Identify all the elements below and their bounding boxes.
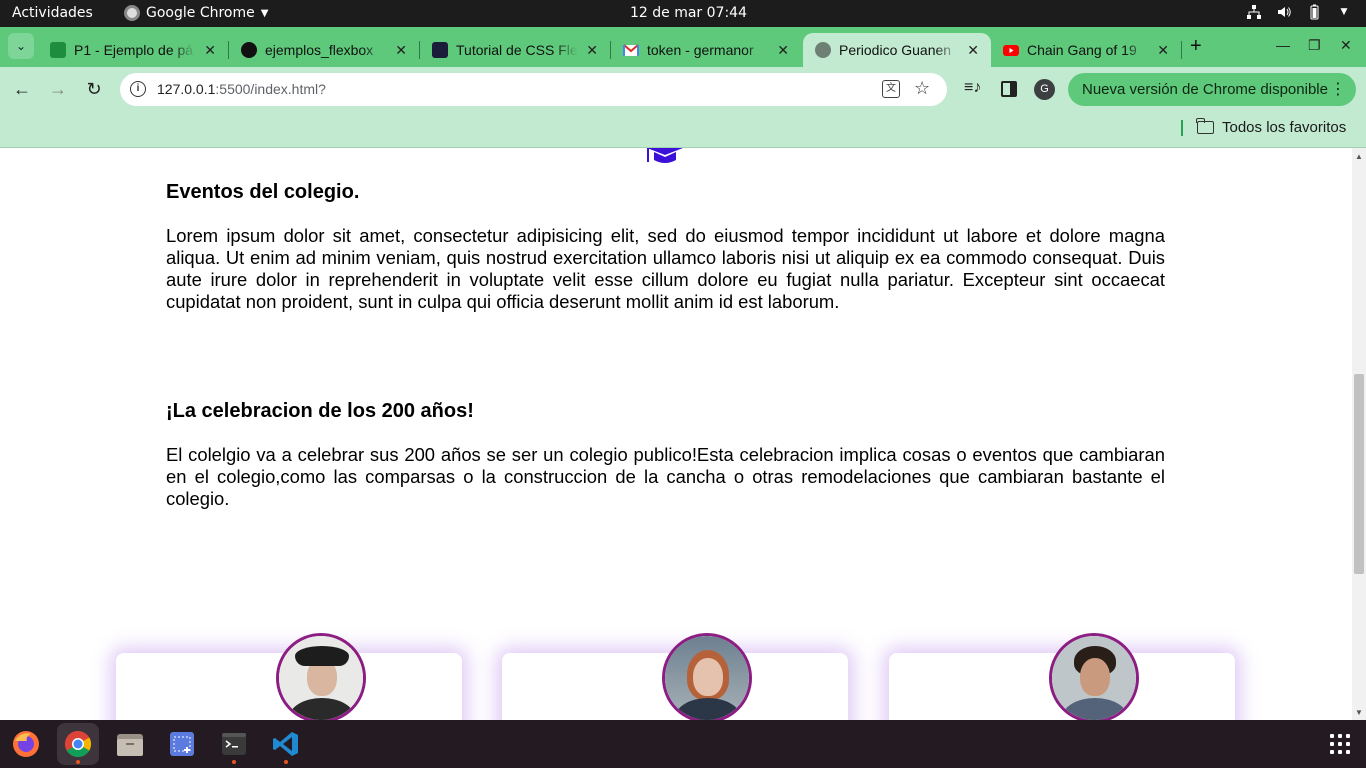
avatar-photo bbox=[662, 633, 752, 720]
tab-title: Periodico Guanen bbox=[839, 42, 952, 58]
terminal-icon bbox=[222, 733, 246, 755]
update-chrome-button[interactable]: Nueva versión de Chrome disponible ⋮ bbox=[1068, 73, 1356, 106]
chevron-down-icon: ⌄ bbox=[15, 39, 27, 53]
clock[interactable]: 12 de mar 07:44 bbox=[630, 5, 747, 21]
chrome-launcher[interactable] bbox=[57, 723, 99, 765]
tab-title: P1 - Ejemplo de pá bbox=[74, 42, 194, 58]
folder-icon bbox=[1196, 118, 1214, 134]
tab-separator bbox=[1181, 41, 1182, 59]
tab-title: Tutorial de CSS Fle bbox=[456, 42, 578, 58]
firefox-launcher[interactable] bbox=[5, 723, 47, 765]
article-celebracion: ¡La celebracion de los 200 años! El cole… bbox=[166, 399, 1165, 510]
reload-button[interactable]: ↻ bbox=[83, 79, 105, 100]
media-controls-icon[interactable]: ≡♪ bbox=[964, 79, 981, 97]
page-viewport: Eventos del colegio. Lorem ipsum dolor s… bbox=[0, 148, 1352, 720]
tab-strip: ⌄ P1 - Ejemplo de pá ✕ ejemplos_flexbox … bbox=[0, 27, 1366, 67]
tab-search-button[interactable]: ⌄ bbox=[8, 33, 34, 59]
avatar-photo bbox=[276, 633, 366, 720]
tab-periodico[interactable]: Periodico Guanen ✕ bbox=[803, 33, 991, 67]
screenshot-launcher[interactable] bbox=[161, 723, 203, 765]
vscode-icon bbox=[273, 732, 298, 756]
tab-github[interactable]: ejemplos_flexbox ✕ bbox=[229, 33, 419, 67]
codepen-icon bbox=[432, 42, 448, 58]
screenshot-icon bbox=[170, 732, 194, 756]
running-indicator bbox=[284, 760, 288, 764]
url-host: 127.0.0.1 bbox=[157, 81, 216, 97]
scroll-up-icon[interactable]: ▲ bbox=[1355, 152, 1363, 161]
app-name: Google Chrome bbox=[146, 5, 255, 21]
bookmark-star-icon[interactable]: ☆ bbox=[914, 78, 930, 99]
tab-title: Chain Gang of 19 bbox=[1027, 42, 1137, 58]
system-tray[interactable]: ▼ bbox=[1246, 4, 1352, 20]
github-icon bbox=[241, 42, 257, 58]
scroll-down-icon[interactable]: ▼ bbox=[1355, 708, 1363, 717]
translate-icon[interactable]: 文 bbox=[882, 80, 900, 98]
tab-gmail[interactable]: token - germanor ✕ bbox=[611, 33, 801, 67]
close-tab-icon[interactable]: ✕ bbox=[1157, 42, 1169, 59]
globe-icon bbox=[815, 42, 831, 58]
close-tab-icon[interactable]: ✕ bbox=[777, 42, 789, 59]
address-bar[interactable]: i 127.0.0.1:5500/index.html? 文 ☆ bbox=[120, 73, 947, 106]
chrome-icon bbox=[64, 730, 92, 758]
more-menu-icon[interactable]: ⋮ bbox=[1330, 79, 1346, 99]
article-body: Lorem ipsum dolor sit amet, consectetur … bbox=[166, 225, 1165, 312]
back-button[interactable]: ← bbox=[11, 79, 33, 100]
url-path: :5500/index.html? bbox=[215, 81, 326, 97]
article-eventos: Eventos del colegio. Lorem ipsum dolor s… bbox=[166, 180, 1165, 313]
side-panel-icon[interactable] bbox=[1001, 81, 1017, 97]
restore-icon[interactable]: ❐ bbox=[1308, 37, 1321, 54]
system-top-bar: Actividades Google Chrome ▼ 12 de mar 07… bbox=[0, 0, 1366, 27]
close-tab-icon[interactable]: ✕ bbox=[395, 42, 407, 59]
tab-title: token - germanor bbox=[647, 42, 754, 58]
youtube-icon bbox=[1003, 45, 1019, 56]
bookmarks-separator bbox=[1181, 120, 1183, 136]
site-info-icon[interactable]: i bbox=[130, 81, 146, 97]
close-tab-icon[interactable]: ✕ bbox=[204, 42, 216, 59]
avatar-photo bbox=[1049, 633, 1139, 720]
terminal-launcher[interactable] bbox=[213, 723, 255, 765]
url-text[interactable]: 127.0.0.1:5500/index.html? bbox=[157, 81, 326, 97]
chevron-down-icon: ▼ bbox=[1340, 7, 1348, 17]
new-tab-button[interactable]: + bbox=[1190, 35, 1202, 58]
update-chrome-label: Nueva versión de Chrome disponible bbox=[1082, 81, 1328, 98]
volume-icon bbox=[1278, 7, 1291, 17]
tab-title: ejemplos_flexbox bbox=[265, 42, 374, 58]
bookmarks-bar: Todos los favoritos bbox=[0, 112, 1366, 148]
gmail-icon bbox=[623, 44, 639, 56]
network-icon bbox=[1247, 5, 1261, 19]
vscode-launcher[interactable] bbox=[265, 723, 307, 765]
close-window-icon[interactable]: ✕ bbox=[1340, 37, 1352, 54]
chrome-app-icon bbox=[124, 5, 140, 21]
tab-youtube[interactable]: Chain Gang of 19 ✕ bbox=[991, 33, 1181, 67]
article-heading: ¡La celebracion de los 200 años! bbox=[166, 400, 474, 422]
close-tab-icon[interactable]: ✕ bbox=[967, 42, 979, 59]
tab-css-tutorial[interactable]: Tutorial de CSS Fle ✕ bbox=[420, 33, 610, 67]
folder-label: Todos los favoritos bbox=[1222, 119, 1347, 136]
page-scrollbar[interactable]: ▲ ▼ bbox=[1352, 148, 1366, 720]
files-icon bbox=[117, 734, 143, 756]
ubuntu-dock bbox=[0, 720, 1366, 768]
graduation-cap-icon bbox=[647, 148, 683, 163]
tab-classroom[interactable]: P1 - Ejemplo de pá ✕ bbox=[38, 33, 228, 67]
running-indicator bbox=[232, 760, 236, 764]
scroll-thumb[interactable] bbox=[1354, 374, 1364, 574]
files-launcher[interactable] bbox=[109, 723, 151, 765]
all-bookmarks-folder[interactable]: Todos los favoritos bbox=[1196, 118, 1347, 136]
app-menu[interactable]: Google Chrome ▼ bbox=[124, 5, 268, 21]
chevron-down-icon: ▼ bbox=[260, 7, 269, 19]
google-classroom-icon bbox=[50, 42, 66, 58]
firefox-icon bbox=[13, 731, 39, 757]
browser-toolbar: ← → ↻ i 127.0.0.1:5500/index.html? 文 ☆ ≡… bbox=[0, 67, 1366, 112]
forward-button[interactable]: → bbox=[47, 79, 69, 100]
show-apps-icon[interactable] bbox=[1330, 734, 1350, 754]
battery-icon bbox=[1310, 4, 1319, 20]
running-indicator bbox=[76, 760, 80, 764]
profile-avatar[interactable]: G bbox=[1034, 79, 1055, 100]
activities-button[interactable]: Actividades bbox=[12, 5, 93, 21]
close-tab-icon[interactable]: ✕ bbox=[586, 42, 598, 59]
article-heading: Eventos del colegio. bbox=[166, 181, 360, 203]
minimize-icon[interactable]: — bbox=[1276, 37, 1290, 53]
article-body: El colelgio va a celebrar sus 200 años s… bbox=[166, 444, 1165, 509]
